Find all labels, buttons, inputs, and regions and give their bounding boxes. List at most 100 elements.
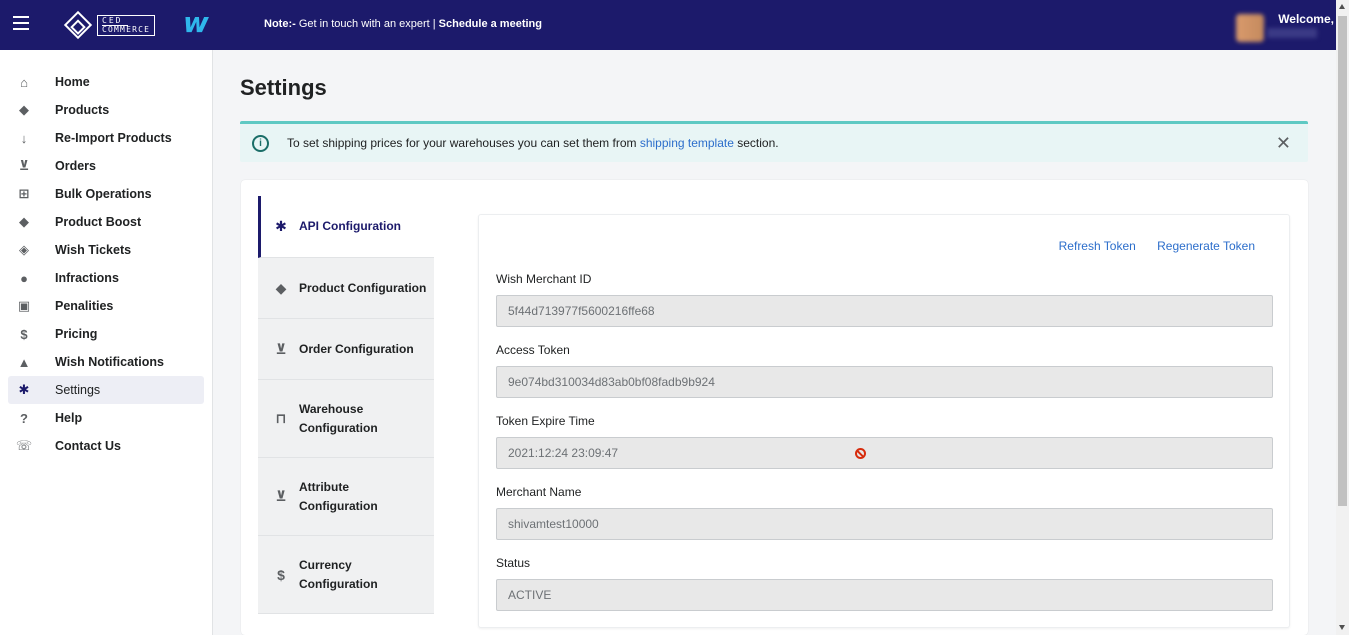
tab-label: API Configuration [299,219,401,233]
sidebar-item-infractions[interactable]: ● Infractions [8,264,204,292]
tag-icon: ◆ [19,214,29,229]
note-text: Get in touch with an expert | [295,18,439,30]
tab-api-configuration[interactable]: ✱ API Configuration [258,196,434,258]
status-label: Status [496,556,531,570]
home-icon: ⌂ [20,74,28,90]
page-scrollbar[interactable] [1336,0,1349,635]
cedcommerce-logo[interactable]: CED COMMERCE [63,10,156,40]
welcome-username [1267,28,1317,38]
shipping-template-link[interactable]: shipping template [640,136,734,150]
sidebar-item-label: Products [55,103,110,117]
top-note: Note:- Get in touch with an expert | Sch… [264,18,542,30]
sidebar-item-label: Wish Notifications [55,355,164,369]
arrow-down-icon: ↓ [20,130,28,146]
alert-icon: ● [20,270,28,286]
inbox-download-icon: ⊻ [275,340,287,357]
sidebar: ⌂ Home ◆ Products ↓ Re-Import Products ⊻ Orders… [0,50,213,635]
close-icon[interactable]: ✕ [1276,133,1291,154]
tag-icon: ◆ [275,279,287,296]
bell-icon: ▲ [17,354,31,370]
merchant-id-field[interactable]: 5f44d713977f5600216ffe68 [496,295,1273,327]
sidebar-item-orders[interactable]: ⊻ Orders [8,152,204,180]
avatar[interactable] [1236,14,1264,42]
tab-label: Order Configuration [299,341,414,356]
tab-product-configuration[interactable]: ◆ Product Configuration [258,258,434,319]
top-bar: CED COMMERCE w Note:- Get in touch with … [0,0,1336,50]
sidebar-item-contact-us[interactable]: ☏ Contact Us [8,432,204,460]
banner-text: To set shipping prices for your warehous… [287,136,779,150]
tab-label: Currency Configuration [299,557,378,591]
welcome-text: Welcome, [1278,12,1334,26]
refresh-token-link[interactable]: Refresh Token [1059,239,1136,253]
sidebar-item-product-boost[interactable]: ◆ Product Boost [8,208,204,236]
sidebar-item-re-import-products[interactable]: ↓ Re-Import Products [8,124,204,152]
sidebar-item-penalities[interactable]: ▣ Penalities [8,292,204,320]
tab-attribute-configuration[interactable]: ⊻ Attribute Configuration [258,458,434,536]
token-actions: Refresh Token Regenerate Token [1041,239,1255,253]
sidebar-item-label: Orders [55,159,96,173]
hamburger-menu-icon[interactable] [13,16,29,30]
merchant-id-label: Wish Merchant ID [496,272,592,286]
tab-label: Warehouse Configuration [299,401,378,435]
phone-icon: ☏ [15,438,33,453]
scroll-down-icon[interactable] [1339,625,1345,630]
scroll-up-icon[interactable] [1339,4,1345,9]
sidebar-item-home[interactable]: ⌂ Home [8,68,204,96]
sidebar-item-products[interactable]: ◆ Products [8,96,204,124]
sidebar-item-label: Bulk Operations [55,187,152,201]
status-field[interactable]: ACTIVE [496,579,1273,611]
tab-label: Product Configuration [299,280,427,295]
sidebar-item-label: Settings [55,383,101,397]
dollar-icon: $ [277,566,285,583]
tab-warehouse-configuration[interactable]: ⊓ Warehouse Configuration [258,380,434,458]
sidebar-item-label: Product Boost [55,215,142,229]
not-allowed-cursor-icon [855,448,866,459]
merchant-name-label: Merchant Name [496,485,582,499]
sidebar-item-help[interactable]: ? Help [8,404,204,432]
note-prefix: Note:- [264,18,296,30]
token-expire-label: Token Expire Time [496,414,595,428]
tab-order-configuration[interactable]: ⊻ Order Configuration [258,319,434,380]
scrollbar-thumb[interactable] [1338,16,1347,506]
brand-bottom-text: COMMERCE [102,24,151,34]
info-banner: i To set shipping prices for your wareho… [240,121,1308,162]
merchant-name-field[interactable]: shivamtest10000 [496,508,1273,540]
access-token-field[interactable]: 9e074bd310034d83ab0bf08fadb9b924 [496,366,1273,398]
gear-icon: ✱ [18,382,30,397]
sidebar-nav: ⌂ Home ◆ Products ↓ Re-Import Products ⊻ Orders… [0,50,212,460]
store-icon: ⊓ [275,410,287,426]
sidebar-item-label: Home [55,75,90,89]
regenerate-token-link[interactable]: Regenerate Token [1157,239,1255,253]
access-token-label: Access Token [496,343,570,357]
sidebar-item-label: Pricing [55,327,98,341]
percent-icon: ▣ [17,298,31,313]
page-title: Settings [240,75,327,100]
settings-tabs: ✱ API Configuration ◆ Product Configuration… [258,196,434,635]
sidebar-item-label: Infractions [55,271,119,285]
schedule-meeting-link[interactable]: Schedule a meeting [439,18,542,30]
sidebar-item-label: Re-Import Products [55,131,172,145]
sidebar-item-wish-tickets[interactable]: ◈ Wish Tickets [8,236,204,264]
import-icon: ⊻ [275,488,287,504]
dollar-icon: $ [20,326,28,342]
token-expire-field[interactable]: 2021:12:24 23:09:47 [496,437,1273,469]
sidebar-item-label: Wish Tickets [55,243,132,257]
sidebar-item-label: Contact Us [55,439,121,453]
info-icon: i [252,134,269,152]
sidebar-item-wish-notifications[interactable]: ▲ Wish Notifications [8,348,204,376]
tag-icon: ◆ [19,102,29,117]
sidebar-item-label: Help [55,411,83,425]
wish-logo: w [183,6,209,39]
ticket-icon: ◈ [19,242,29,257]
tab-currency-configuration[interactable]: $ Currency Configuration [258,536,434,614]
cedcommerce-diamond-icon [63,10,93,40]
gear-icon: ✱ [275,218,287,234]
grid-plus-icon: ⊞ [18,186,30,201]
api-configuration-panel: Refresh Token Regenerate Token Wish Merc… [478,214,1290,628]
sidebar-item-label: Penalities [55,299,114,313]
tab-label: Attribute Configuration [299,479,378,513]
question-icon: ? [20,410,28,426]
sidebar-item-pricing[interactable]: $ Pricing [8,320,204,348]
sidebar-item-bulk-operations[interactable]: ⊞ Bulk Operations [8,180,204,208]
sidebar-item-settings[interactable]: ✱ Settings [8,376,204,404]
